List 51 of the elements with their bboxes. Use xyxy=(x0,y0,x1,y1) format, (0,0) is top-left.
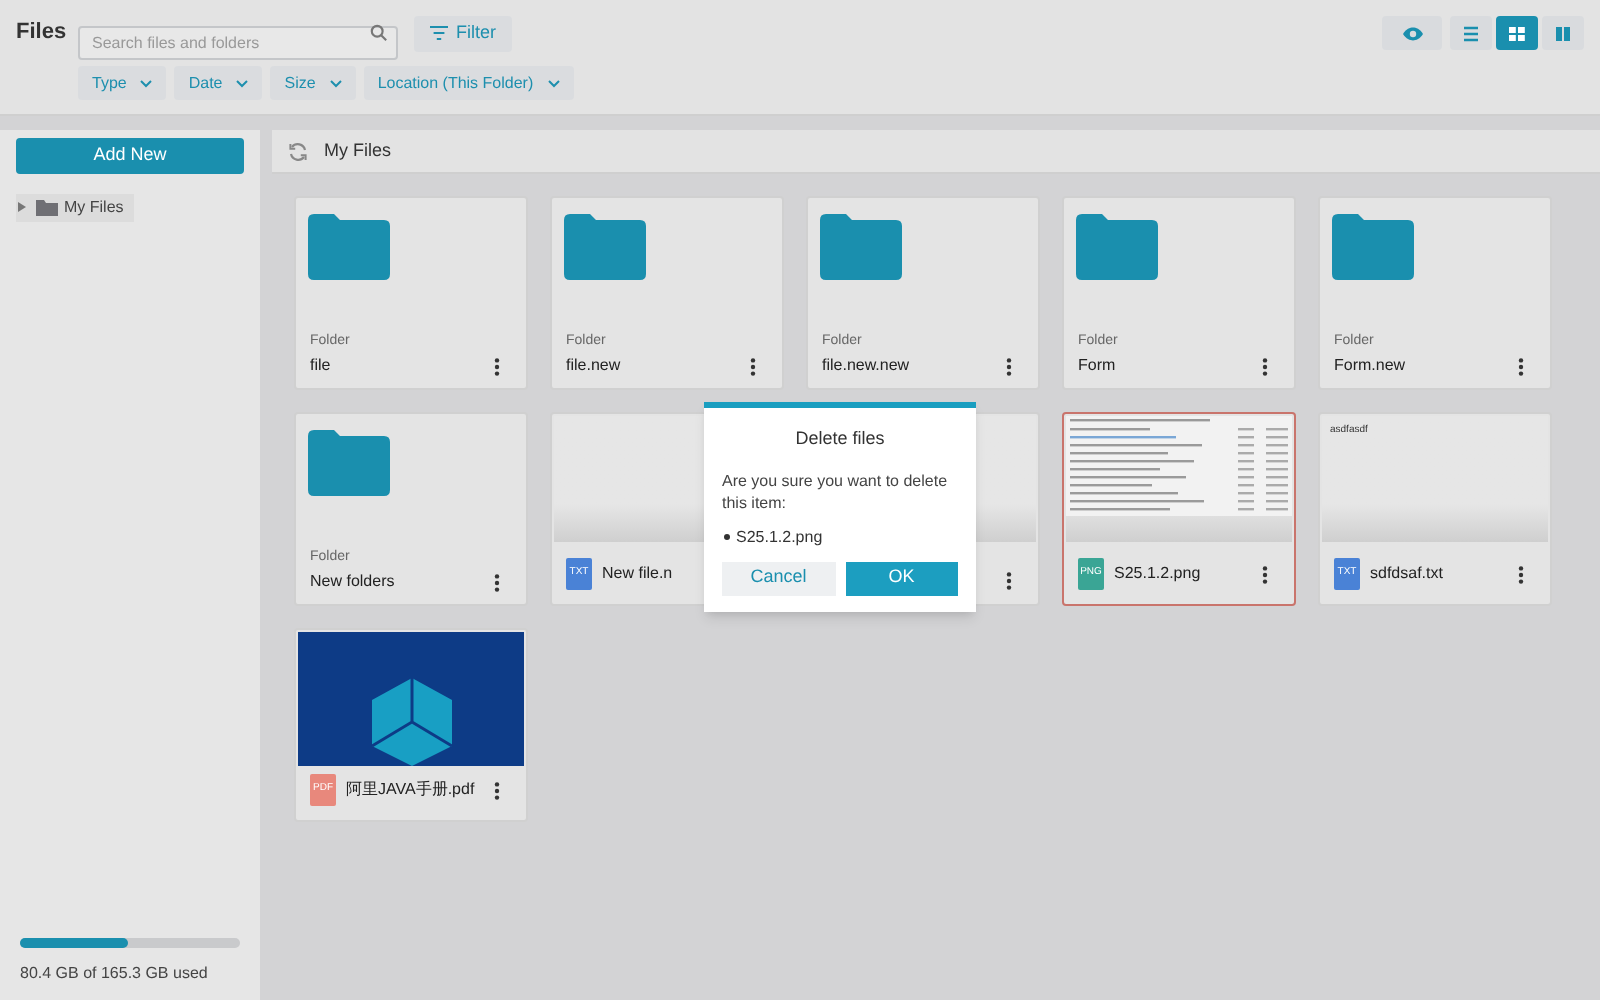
filter-icon xyxy=(430,26,448,40)
item-name[interactable]: file.new.new xyxy=(822,354,910,378)
more-options-icon[interactable] xyxy=(750,357,756,375)
chevron-down-icon xyxy=(329,79,342,87)
view-button[interactable] xyxy=(1382,16,1442,50)
chevron-down-icon xyxy=(236,79,249,87)
folder-icon xyxy=(1332,214,1414,280)
more-options-icon[interactable] xyxy=(1518,565,1524,583)
grid-icon xyxy=(1506,25,1528,41)
search-icon xyxy=(370,24,388,42)
folder-icon xyxy=(564,214,646,280)
bullet-icon xyxy=(722,531,732,542)
more-options-icon[interactable] xyxy=(1006,572,1012,590)
item-name[interactable]: Form.new xyxy=(1334,354,1406,378)
expand-caret-icon[interactable] xyxy=(18,202,26,212)
more-options-icon[interactable] xyxy=(494,357,500,375)
view-button[interactable] xyxy=(1450,16,1492,50)
item-name[interactable]: S25.1.2.png xyxy=(1114,562,1201,586)
add-new-button[interactable]: Add New xyxy=(16,138,244,174)
item-name[interactable]: Form xyxy=(1078,354,1116,378)
chevron-down-icon xyxy=(547,79,560,87)
folder-icon xyxy=(820,214,902,280)
search-field[interactable]: Search files and folders xyxy=(78,26,398,60)
app-title: Files xyxy=(16,18,69,49)
more-options-icon[interactable] xyxy=(1006,357,1012,375)
folder-icon xyxy=(1076,214,1158,280)
item-name[interactable]: 阿里JAVA手册.pdf xyxy=(346,778,475,802)
list-icon xyxy=(1460,25,1482,41)
eye-icon xyxy=(1401,25,1423,41)
item-name[interactable]: sdfdsaf.txt xyxy=(1370,562,1443,586)
tree-item[interactable]: My Files xyxy=(16,193,134,221)
columns-icon xyxy=(1552,25,1574,41)
more-options-icon[interactable] xyxy=(494,781,500,799)
breadcrumb[interactable]: My Files xyxy=(324,137,391,165)
folder-icon xyxy=(308,430,390,496)
more-options-icon[interactable] xyxy=(1262,357,1268,375)
folder-icon xyxy=(308,214,390,280)
more-options-icon[interactable] xyxy=(1518,357,1524,375)
refresh-icon[interactable] xyxy=(288,141,308,161)
item-name[interactable]: file xyxy=(310,354,331,378)
item-name[interactable]: New file.n xyxy=(602,562,673,586)
view-button[interactable] xyxy=(1496,16,1538,50)
view-button[interactable] xyxy=(1542,16,1584,50)
chevron-down-icon xyxy=(140,79,153,87)
more-options-icon[interactable] xyxy=(1262,565,1268,583)
storage-text: 80.4 GB of 165.3 GB used xyxy=(20,962,210,986)
item-name[interactable]: New folders xyxy=(310,570,395,594)
more-options-icon[interactable] xyxy=(494,573,500,591)
item-name[interactable]: file.new xyxy=(566,354,621,378)
folder-icon xyxy=(36,199,58,215)
dialog-title: Delete files xyxy=(793,426,887,452)
